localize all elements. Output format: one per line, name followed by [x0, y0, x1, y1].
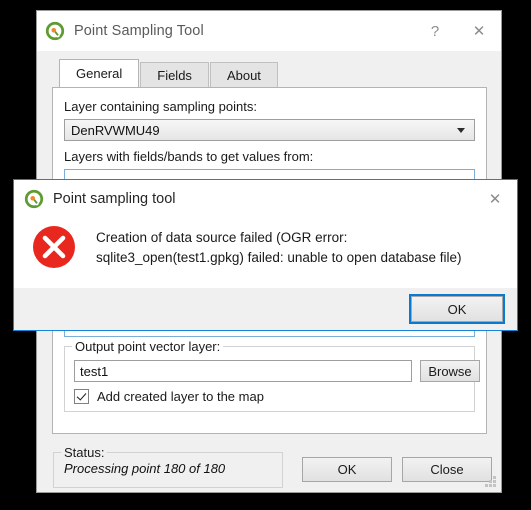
error-dialog-window: Point sampling tool ✕ Creation of data s…: [13, 179, 518, 331]
browse-button[interactable]: Browse: [420, 360, 480, 382]
help-button[interactable]: ?: [413, 11, 457, 51]
close-icon[interactable]: ✕: [473, 179, 517, 219]
status-legend: Status:: [61, 445, 108, 460]
sampling-points-layer-combo[interactable]: DenRVWMU49: [64, 119, 475, 141]
status-text: Processing point 180 of 180: [64, 461, 226, 476]
output-path-input[interactable]: test1: [74, 360, 412, 382]
error-body: Creation of data source failed (OGR erro…: [14, 217, 517, 288]
status-group: Status: Processing point 180 of 180: [53, 445, 283, 488]
error-message: Creation of data source failed (OGR erro…: [96, 230, 462, 265]
main-window-title: Point Sampling Tool: [74, 23, 204, 39]
qgis-logo-icon: [24, 189, 44, 208]
add-created-layer-label: Add created layer to the map: [97, 389, 264, 404]
qgis-logo-icon: [45, 21, 65, 41]
main-titlebar: Point Sampling Tool ? ✕: [37, 11, 501, 51]
error-circle-x-icon: [33, 226, 75, 268]
tab-general[interactable]: General: [59, 59, 140, 87]
output-point-vector-layer-group: Output point vector layer: test1 Browse …: [64, 339, 480, 412]
error-footer: OK: [14, 288, 517, 330]
add-created-layer-checkbox-row[interactable]: Add created layer to the map: [74, 389, 264, 404]
layers-with-fields-label: Layers with fields/bands to get values f…: [64, 149, 314, 164]
tab-about[interactable]: About: [209, 62, 278, 87]
error-ok-button[interactable]: OK: [409, 294, 505, 324]
tab-strip: General Fields About: [59, 59, 501, 87]
tab-fields[interactable]: Fields: [140, 62, 209, 87]
add-created-layer-checkbox[interactable]: [74, 389, 89, 404]
layer-containing-points-label: Layer containing sampling points:: [64, 99, 257, 114]
resize-grip-icon[interactable]: [484, 475, 497, 488]
error-window-title: Point sampling tool: [53, 190, 176, 207]
close-button[interactable]: Close: [402, 457, 492, 482]
screen-root: Point Sampling Tool ? ✕ General Fields A…: [0, 0, 531, 510]
sampling-points-layer-value: DenRVWMU49: [71, 122, 160, 138]
ok-button[interactable]: OK: [302, 457, 392, 482]
error-titlebar: Point sampling tool ✕: [14, 180, 517, 217]
close-icon[interactable]: ✕: [457, 11, 501, 51]
output-group-legend: Output point vector layer:: [72, 339, 224, 354]
chevron-down-icon: [457, 127, 465, 133]
